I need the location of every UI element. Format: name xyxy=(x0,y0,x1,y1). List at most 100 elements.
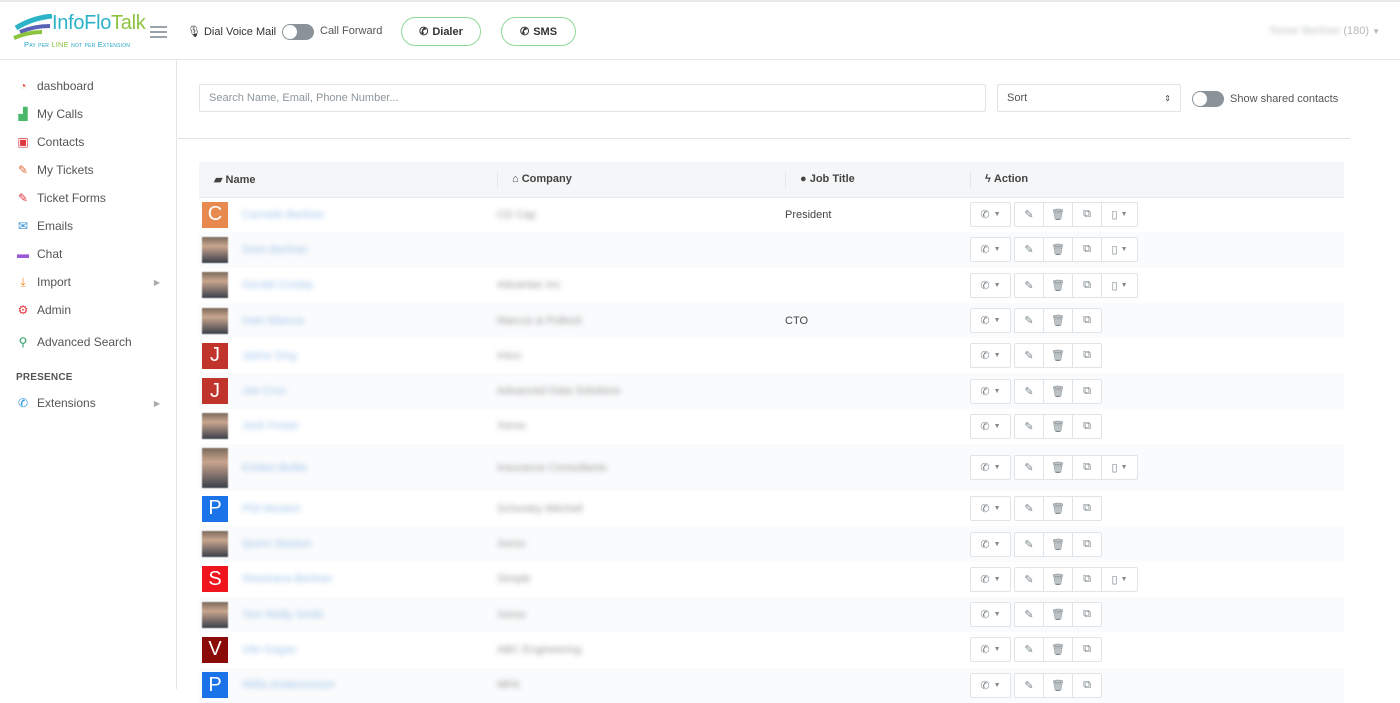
sidebar-item-chat[interactable]: ▬ Chat xyxy=(0,240,176,268)
edit-button[interactable]: ✎ xyxy=(1014,237,1044,263)
contact-name-link[interactable]: Gerald Crosby xyxy=(242,279,313,291)
sidebar-item-import[interactable]: ⤓ Import ▶ xyxy=(0,268,176,296)
table-row[interactable]: Kristen Butler Insurance Consultants ✆ ▼ ✎ 🗑 ⧉… xyxy=(199,444,1344,492)
ticket-button[interactable]: ⧉ xyxy=(1072,272,1102,298)
edit-button[interactable]: ✎ xyxy=(1014,202,1044,228)
mobile-dropdown-button[interactable]: ▯ ▼ xyxy=(1101,237,1138,263)
delete-button[interactable]: 🗑 xyxy=(1043,602,1073,628)
table-row[interactable]: P Phil Mostert Schooley Mitchell ✆ ▼ ✎ 🗑 ⧉ xyxy=(199,491,1344,526)
user-menu[interactable]: Tomer Berliner (180) ▼ xyxy=(1269,25,1380,37)
menu-toggle-icon[interactable] xyxy=(150,26,167,38)
sort-select[interactable]: Sort ⇕ xyxy=(997,84,1181,112)
contact-name-link[interactable]: Joe Cruz xyxy=(242,385,286,397)
delete-button[interactable]: 🗑 xyxy=(1043,637,1073,663)
mobile-dropdown-button[interactable]: ▯ ▼ xyxy=(1101,272,1138,298)
sidebar-item-contacts[interactable]: ▣ Contacts xyxy=(0,128,176,156)
contact-name-link[interactable]: Tom Reilly Smith xyxy=(242,609,324,621)
contact-name-link[interactable]: Phil Mostert xyxy=(242,503,300,515)
sidebar-item-ticket-forms[interactable]: ✎ Ticket Forms xyxy=(0,184,176,212)
ticket-button[interactable]: ⧉ xyxy=(1072,413,1102,439)
edit-button[interactable]: ✎ xyxy=(1014,637,1044,663)
contact-name-link[interactable]: Quinn Staxton xyxy=(242,538,312,550)
contact-name-link[interactable]: Jaime Sing xyxy=(242,350,296,362)
table-row[interactable]: Gerald Crosby Advantax Inc ✆ ▼ ✎ 🗑 ⧉ ▯ ▼ xyxy=(199,268,1344,303)
table-row[interactable]: P Willis Andersonson MFA ✆ ▼ ✎ 🗑 ⧉ xyxy=(199,667,1344,703)
call-dropdown-button[interactable]: ✆ ▼ xyxy=(970,602,1011,628)
sms-button[interactable]: ✆ SMS xyxy=(501,17,576,46)
ticket-button[interactable]: ⧉ xyxy=(1072,455,1102,481)
delete-button[interactable]: 🗑 xyxy=(1043,566,1073,592)
search-input[interactable] xyxy=(199,84,986,112)
edit-button[interactable]: ✎ xyxy=(1014,672,1044,698)
delete-button[interactable]: 🗑 xyxy=(1043,202,1073,228)
delete-button[interactable]: 🗑 xyxy=(1043,343,1073,369)
mobile-dropdown-button[interactable]: ▯ ▼ xyxy=(1101,455,1138,481)
sidebar-item-dashboard[interactable]: ◔ dashboard xyxy=(0,72,176,100)
delete-button[interactable]: 🗑 xyxy=(1043,272,1073,298)
edit-button[interactable]: ✎ xyxy=(1014,455,1044,481)
contact-name-link[interactable]: Josh Foster xyxy=(242,420,299,432)
table-row[interactable]: J Joe Cruz Advanced Data Solutions ✆ ▼ ✎ 🗑 ⧉ xyxy=(199,373,1344,409)
delete-button[interactable]: 🗑 xyxy=(1043,496,1073,522)
edit-button[interactable]: ✎ xyxy=(1014,413,1044,439)
ticket-button[interactable]: ⧉ xyxy=(1072,566,1102,592)
edit-button[interactable]: ✎ xyxy=(1014,308,1044,334)
table-row[interactable]: Josh Foster Xerox ✆ ▼ ✎ 🗑 ⧉ xyxy=(199,409,1344,444)
contact-name-link[interactable]: Irwin Marcus xyxy=(242,315,304,327)
call-forward-toggle[interactable] xyxy=(282,24,314,40)
edit-button[interactable]: ✎ xyxy=(1014,496,1044,522)
call-dropdown-button[interactable]: ✆ ▼ xyxy=(970,637,1011,663)
table-row[interactable]: Tom Reilly Smith Xerox ✆ ▼ ✎ 🗑 ⧉ xyxy=(199,596,1344,633)
delete-button[interactable]: 🗑 xyxy=(1043,413,1073,439)
sidebar-item-advanced-search[interactable]: ⚲ Advanced Search xyxy=(0,328,176,356)
delete-button[interactable]: 🗑 xyxy=(1043,531,1073,557)
call-dropdown-button[interactable]: ✆ ▼ xyxy=(970,378,1011,404)
contact-name-link[interactable]: Carmelo Berliner xyxy=(242,209,325,221)
contact-name-link[interactable]: Vito Gagan xyxy=(242,644,297,656)
column-header-name[interactable]: ▰ Name xyxy=(199,162,497,198)
call-dropdown-button[interactable]: ✆ ▼ xyxy=(970,672,1011,698)
contact-name-link[interactable]: Shoshana Berliner xyxy=(242,573,333,585)
table-row[interactable]: Irwin Marcus Marcus & Pollock CTO ✆ ▼ ✎ 🗑 ⧉ xyxy=(199,302,1344,339)
sidebar-item-extensions[interactable]: ✆ Extensions ▶ xyxy=(0,389,176,417)
mobile-dropdown-button[interactable]: ▯ ▼ xyxy=(1101,202,1138,228)
ticket-button[interactable]: ⧉ xyxy=(1072,531,1102,557)
show-shared-contacts-toggle[interactable] xyxy=(1192,91,1224,107)
sidebar-item-admin[interactable]: ⚙ Admin xyxy=(0,296,176,324)
ticket-button[interactable]: ⧉ xyxy=(1072,602,1102,628)
table-row[interactable]: S Shoshana Berliner Simple ✆ ▼ ✎ 🗑 ⧉ ▯ ▼ xyxy=(199,562,1344,597)
call-dropdown-button[interactable]: ✆ ▼ xyxy=(970,308,1011,334)
dial-voice-mail-button[interactable]: 🎙 Dial Voice Mail xyxy=(187,25,276,39)
ticket-button[interactable]: ⧉ xyxy=(1072,202,1102,228)
edit-button[interactable]: ✎ xyxy=(1014,602,1044,628)
column-header-company[interactable]: ⌂ Company xyxy=(497,162,785,198)
edit-button[interactable]: ✎ xyxy=(1014,531,1044,557)
column-header-job-title[interactable]: ● Job Title xyxy=(785,162,970,198)
table-row[interactable]: J Jaime Sing Intco ✆ ▼ ✎ 🗑 ⧉ xyxy=(199,338,1344,373)
call-dropdown-button[interactable]: ✆ ▼ xyxy=(970,202,1011,228)
contact-name-link[interactable]: Kristen Butler xyxy=(242,462,308,474)
call-dropdown-button[interactable]: ✆ ▼ xyxy=(970,566,1011,592)
call-dropdown-button[interactable]: ✆ ▼ xyxy=(970,237,1011,263)
ticket-button[interactable]: ⧉ xyxy=(1072,637,1102,663)
call-dropdown-button[interactable]: ✆ ▼ xyxy=(970,413,1011,439)
call-dropdown-button[interactable]: ✆ ▼ xyxy=(970,531,1011,557)
delete-button[interactable]: 🗑 xyxy=(1043,378,1073,404)
sidebar-item-my-calls[interactable]: ▟ My Calls xyxy=(0,100,176,128)
ticket-button[interactable]: ⧉ xyxy=(1072,308,1102,334)
call-dropdown-button[interactable]: ✆ ▼ xyxy=(970,343,1011,369)
ticket-button[interactable]: ⧉ xyxy=(1072,343,1102,369)
delete-button[interactable]: 🗑 xyxy=(1043,672,1073,698)
table-row[interactable]: V Vito Gagan ABC Engineering ✆ ▼ ✎ 🗑 ⧉ xyxy=(199,632,1344,667)
delete-button[interactable]: 🗑 xyxy=(1043,308,1073,334)
table-row[interactable]: C Carmelo Berliner CD Cap President ✆ ▼ ✎ 🗑 ⧉ ▯ ▼ xyxy=(199,197,1344,232)
ticket-button[interactable]: ⧉ xyxy=(1072,496,1102,522)
contact-name-link[interactable]: Willis Andersonson xyxy=(242,679,335,691)
sidebar-item-emails[interactable]: ✉ Emails xyxy=(0,212,176,240)
dialer-button[interactable]: ✆ Dialer xyxy=(401,17,481,46)
call-dropdown-button[interactable]: ✆ ▼ xyxy=(970,455,1011,481)
ticket-button[interactable]: ⧉ xyxy=(1072,378,1102,404)
sidebar-item-my-tickets[interactable]: ✎ My Tickets xyxy=(0,156,176,184)
table-row[interactable]: Quinn Staxton Xerox ✆ ▼ ✎ 🗑 ⧉ xyxy=(199,526,1344,562)
ticket-button[interactable]: ⧉ xyxy=(1072,237,1102,263)
